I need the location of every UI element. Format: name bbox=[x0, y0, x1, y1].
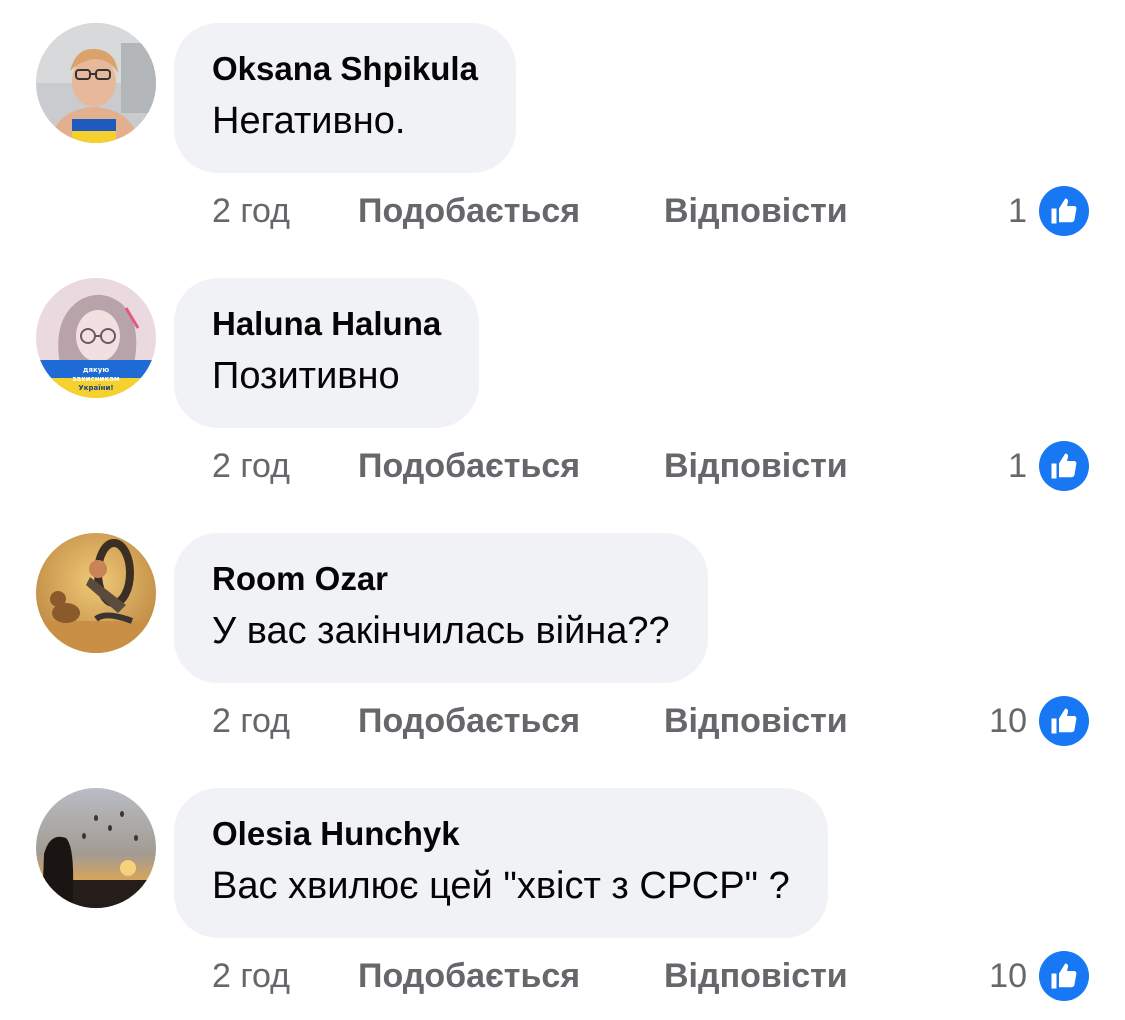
comment-actions: 2 год Подобається Відповісти bbox=[212, 188, 848, 234]
reaction-count: 10 bbox=[989, 956, 1027, 995]
thumbs-up-icon bbox=[1039, 696, 1089, 746]
comment-bubble: Haluna Haluna Позитивно bbox=[174, 278, 480, 428]
comment-author[interactable]: Haluna Haluna bbox=[212, 304, 441, 344]
thumbs-up-icon bbox=[1039, 186, 1089, 236]
comment-time[interactable]: 2 год bbox=[212, 443, 358, 489]
comment-bubble: Oksana Shpikula Негативно. bbox=[174, 23, 516, 173]
comment-time[interactable]: 2 год bbox=[212, 953, 358, 999]
comment-actions: 2 год Подобається Відповісти bbox=[212, 953, 848, 999]
comment-time[interactable]: 2 год bbox=[212, 698, 358, 744]
reply-button[interactable]: Відповісти bbox=[664, 188, 848, 234]
svg-text:України!: України! bbox=[78, 384, 113, 392]
avatar[interactable]: дякую захисникам України! bbox=[36, 278, 156, 398]
avatar[interactable] bbox=[36, 23, 156, 143]
comment-actions: 2 год Подобається Відповісти bbox=[212, 443, 848, 489]
profile-photo-boy-with-dog-icon bbox=[36, 533, 156, 653]
comment-author[interactable]: Olesia Hunchyk bbox=[212, 814, 790, 854]
like-button[interactable]: Подобається bbox=[358, 443, 664, 489]
svg-text:захисникам: захисникам bbox=[72, 375, 120, 383]
comment-text: Позитивно bbox=[212, 355, 400, 397]
comment: дякую захисникам України! Haluna Haluna … bbox=[0, 255, 1125, 510]
thumbs-up-icon bbox=[1039, 441, 1089, 491]
comment-text: Вас хвилює цей "хвіст з СРСР" ? bbox=[212, 865, 790, 907]
thumbs-up-icon bbox=[1039, 951, 1089, 1001]
avatar[interactable] bbox=[36, 533, 156, 653]
like-button[interactable]: Подобається bbox=[358, 953, 664, 999]
reaction-count: 10 bbox=[989, 701, 1027, 740]
reply-button[interactable]: Відповісти bbox=[664, 698, 848, 744]
comment-bubble: Olesia Hunchyk Вас хвилює цей "хвіст з С… bbox=[174, 788, 828, 938]
comment: Room Ozar У вас закінчилась війна?? 2 го… bbox=[0, 510, 1125, 765]
comment-bubble: Room Ozar У вас закінчилась війна?? bbox=[174, 533, 708, 683]
comment: Olesia Hunchyk Вас хвилює цей "хвіст з С… bbox=[0, 765, 1125, 1020]
profile-photo-sunset-balloons-icon bbox=[36, 788, 156, 908]
avatar-badge-text: дякую bbox=[83, 366, 109, 374]
comment-time[interactable]: 2 год bbox=[212, 188, 358, 234]
reaction-summary[interactable]: 1 bbox=[1008, 440, 1089, 492]
comment: Oksana Shpikula Негативно. 2 год Подобаєт… bbox=[0, 0, 1125, 255]
reaction-summary[interactable]: 10 bbox=[989, 695, 1089, 747]
comment-author[interactable]: Room Ozar bbox=[212, 559, 670, 599]
comment-author[interactable]: Oksana Shpikula bbox=[212, 49, 478, 89]
reaction-summary[interactable]: 1 bbox=[1008, 185, 1089, 237]
comment-actions: 2 год Подобається Відповісти bbox=[212, 698, 848, 744]
comment-text: Негативно. bbox=[212, 100, 406, 142]
comment-text: У вас закінчилась війна?? bbox=[212, 610, 670, 652]
reply-button[interactable]: Відповісти bbox=[664, 953, 848, 999]
like-button[interactable]: Подобається bbox=[358, 188, 664, 234]
profile-photo-woman-glasses-icon bbox=[36, 23, 156, 143]
like-button[interactable]: Подобається bbox=[358, 698, 664, 744]
avatar[interactable] bbox=[36, 788, 156, 908]
reaction-count: 1 bbox=[1008, 191, 1027, 230]
profile-photo-illustration-girl-icon: дякую захисникам України! bbox=[36, 278, 156, 398]
reaction-summary[interactable]: 10 bbox=[989, 950, 1089, 1002]
reply-button[interactable]: Відповісти bbox=[664, 443, 848, 489]
reaction-count: 1 bbox=[1008, 446, 1027, 485]
